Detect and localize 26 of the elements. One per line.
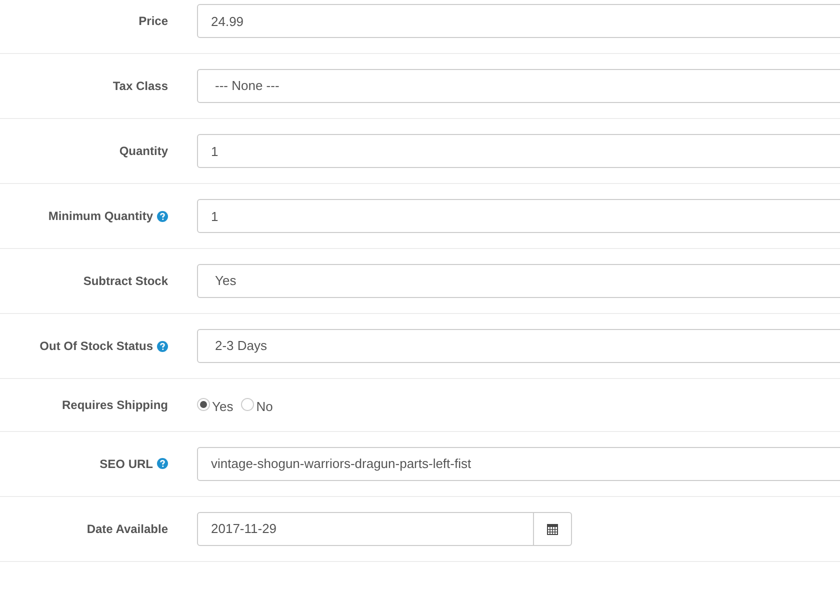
calendar-icon [547, 522, 558, 534]
field-label: Date Available [86, 520, 168, 538]
field-label: Quantity [119, 143, 168, 160]
select-field[interactable]: 2-3 Days [197, 329, 840, 363]
select-field[interactable]: --- None --- [197, 69, 840, 103]
radio-option[interactable]: Yes [197, 397, 234, 416]
select-field[interactable]: Yes [197, 264, 840, 298]
text-field[interactable]: 1 [197, 199, 840, 233]
calendar-button[interactable] [534, 512, 572, 546]
field-label: SEO URL [100, 456, 153, 472]
help-icon [157, 340, 168, 352]
help-icon [157, 210, 168, 222]
field-label: Tax Class [112, 78, 168, 95]
field-label: Minimum Quantity [48, 208, 153, 225]
text-field[interactable]: 1 [197, 134, 840, 168]
help-icon [157, 458, 168, 469]
radio-option[interactable]: No [241, 397, 273, 416]
field-label: Out Of Stock Status [40, 338, 153, 355]
field-label: Requires Shipping [62, 396, 168, 414]
text-field[interactable]: vintage-shogun-warriors-dragun-parts-left-fist [197, 446, 840, 480]
date-field[interactable]: 2017-11-29 [197, 512, 534, 546]
text-field[interactable]: 24.99 [197, 4, 840, 38]
field-label: Subtract Stock [83, 273, 168, 290]
field-label: Price [138, 13, 168, 30]
radio-button[interactable] [241, 398, 254, 412]
radio-button[interactable] [197, 398, 210, 412]
